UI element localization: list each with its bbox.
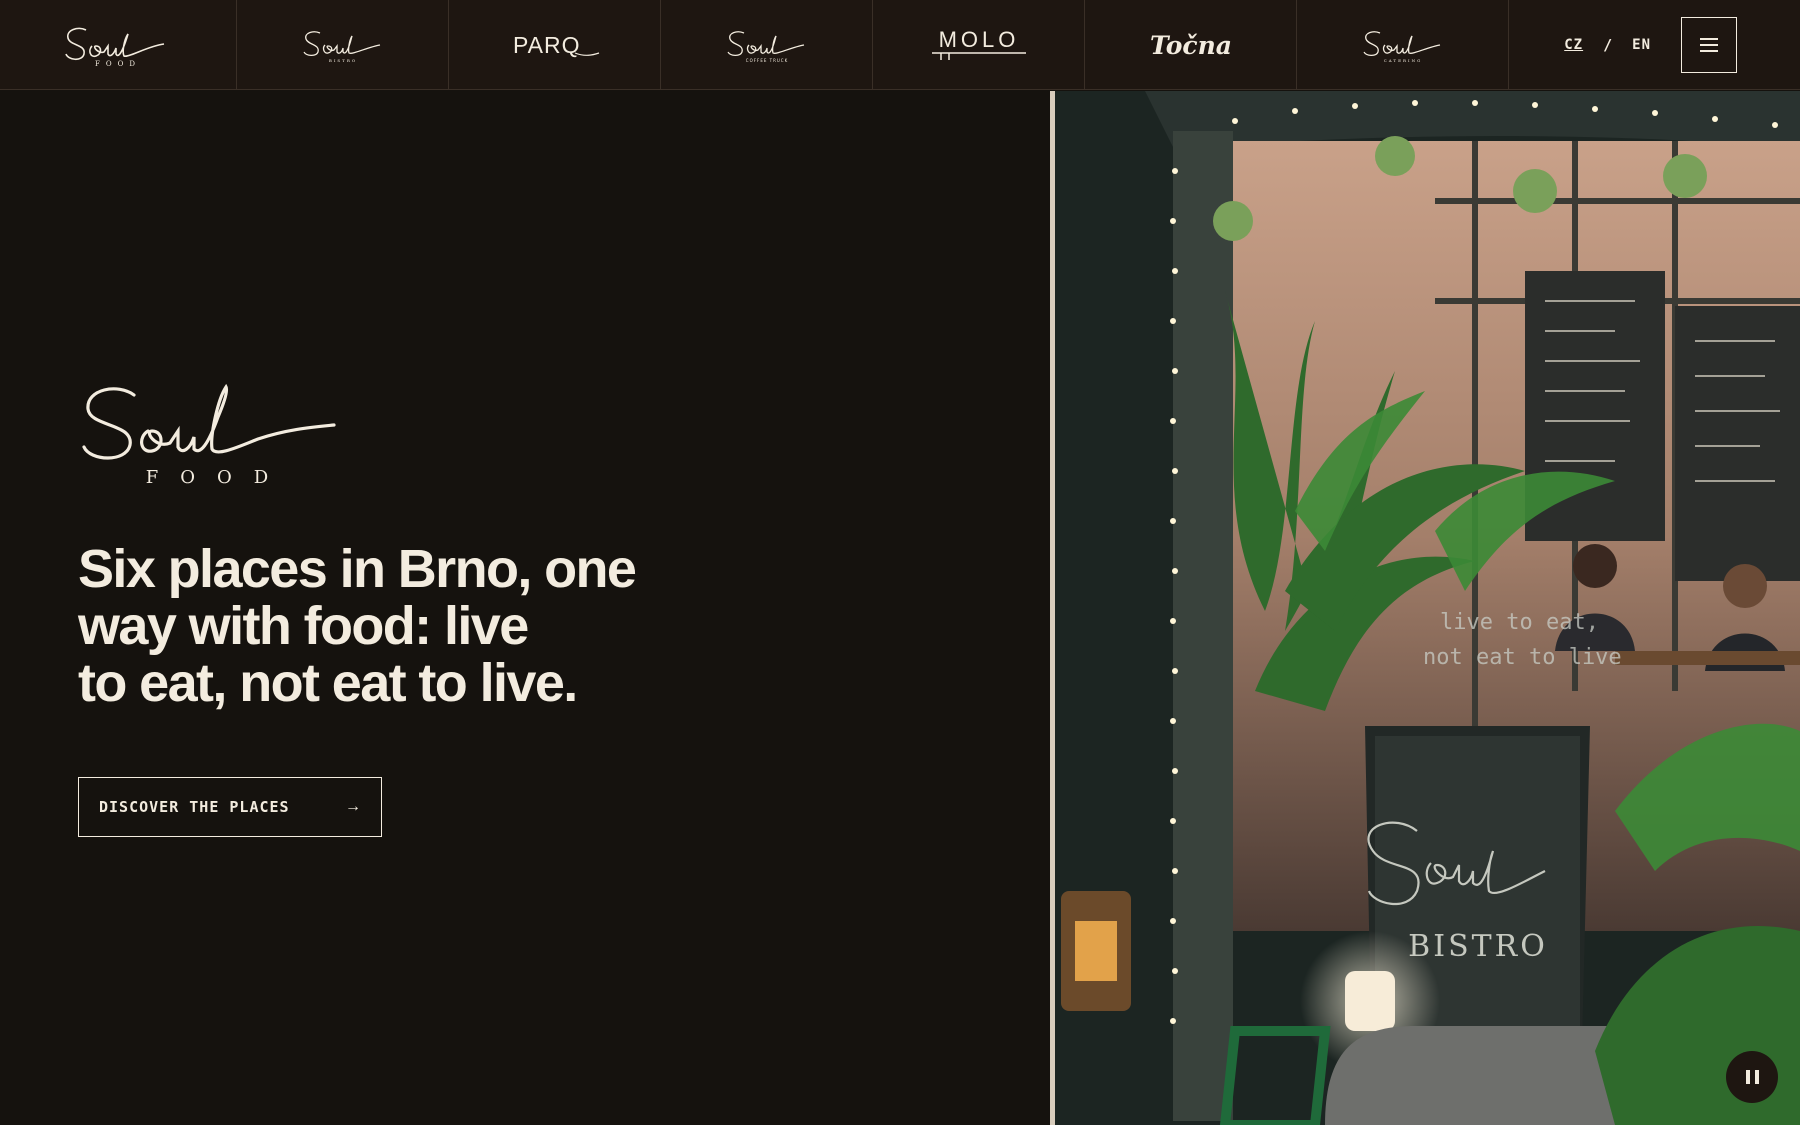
arrow-right-icon: → (345, 798, 361, 815)
svg-text:MOLO: MOLO (938, 27, 1019, 52)
hero-headline-line: way with food: live (78, 596, 529, 656)
svg-text:FOOD: FOOD (146, 467, 290, 488)
menu-button[interactable] (1681, 17, 1737, 73)
molo-logo: MOLO (931, 27, 1026, 60)
lang-separator: / (1603, 36, 1613, 54)
discover-places-button[interactable]: DISCOVER THE PLACES → (78, 777, 382, 837)
svg-text:Točna: Točna (1149, 31, 1231, 60)
hero-headline-line: to eat, not eat to live. (78, 653, 578, 713)
hero-headline-line: Six places in Brno, one (78, 539, 637, 599)
brand-link-molo[interactable]: MOLO (873, 0, 1085, 90)
brand-link-soul-catering[interactable]: CATERING (1297, 0, 1509, 90)
soul-coffee-truck-logo: COFFEE TRUCK (726, 31, 804, 63)
brand-link-soul-bistro[interactable]: BISTRO (237, 0, 449, 90)
brand-link-soul-food[interactable]: FOOD (0, 0, 237, 90)
soul-food-logo: FOOD (65, 27, 165, 68)
soul-bistro-logo: BISTRO (302, 31, 380, 63)
brand-link-soul-coffee-truck[interactable]: COFFEE TRUCK (661, 0, 873, 90)
parq-logo: PARQ (513, 32, 599, 58)
pause-slideshow-button[interactable] (1726, 1051, 1778, 1103)
hero-photo: live to eat, not eat to live BISTRO (1055, 91, 1800, 1125)
hero-headline: Six places in Brno, one way with food: l… (78, 541, 718, 712)
svg-text:BISTRO: BISTRO (1408, 929, 1548, 964)
pause-icon (1745, 1070, 1750, 1084)
brand-link-parq[interactable]: PARQ (449, 0, 661, 90)
svg-text:COFFEE TRUCK: COFFEE TRUCK (745, 58, 787, 63)
svg-text:PARQ: PARQ (513, 32, 580, 58)
lang-cz-link[interactable]: CZ (1564, 37, 1583, 53)
svg-text:FOOD: FOOD (95, 60, 141, 68)
discover-places-label: DISCOVER THE PLACES (99, 798, 290, 816)
svg-text:not eat to live: not eat to live (1423, 645, 1622, 670)
brand-link-tocna[interactable]: Točna (1085, 0, 1297, 90)
svg-text:live to eat,: live to eat, (1440, 610, 1599, 635)
hero-section: FOOD Six places in Brno, one way with fo… (0, 91, 1050, 1125)
svg-text:BISTRO: BISTRO (328, 58, 356, 63)
soul-catering-logo: CATERING (1362, 31, 1440, 63)
language-and-menu: CZ / EN (1509, 0, 1797, 90)
hero-soul-food-logo: FOOD (82, 383, 336, 488)
svg-text:CATERING: CATERING (1383, 58, 1422, 63)
lang-en-link[interactable]: EN (1632, 37, 1651, 53)
top-navigation: FOOD BISTRO PARQ COFFEE TRUCK MOLO Točna… (0, 0, 1800, 90)
bistro-storefront-image: live to eat, not eat to live BISTRO (1055, 91, 1800, 1125)
hamburger-icon (1700, 38, 1718, 40)
tocna-logo: Točna (1149, 31, 1231, 60)
